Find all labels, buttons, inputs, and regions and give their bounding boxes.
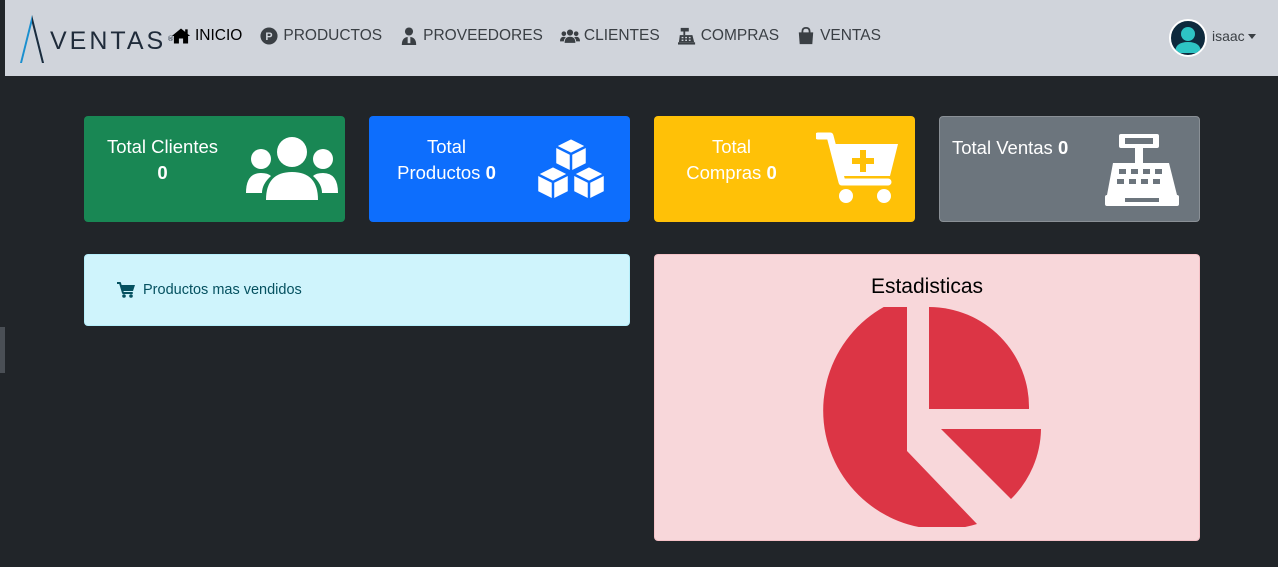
nav-item-compras[interactable]: COMPRAS [676, 26, 779, 46]
brand-name: VENTAS [50, 26, 167, 55]
card-label: Total Productos 0 [397, 136, 496, 183]
brand-logo[interactable]: VENTAS ® [17, 12, 174, 66]
stats-title: Estadisticas [870, 275, 984, 298]
cash-register-icon [676, 26, 698, 46]
card-label: Total Compras 0 [686, 136, 777, 183]
card-value: 0 [157, 162, 168, 183]
card-total-clientes[interactable]: Total Clientes 0 [84, 116, 345, 222]
nav-label: COMPRAS [700, 27, 780, 44]
nav-label: VENTAS [820, 27, 881, 44]
nav-label: PRODUCTOS [283, 27, 383, 44]
user-name: isaac [1212, 28, 1245, 44]
users-icon [559, 26, 581, 46]
product-p-icon: P [258, 26, 280, 46]
cart-plus-icon [816, 132, 898, 203]
cash-register-icon [1105, 134, 1179, 206]
cubes-icon [535, 136, 607, 202]
nav-label: INICIO [195, 27, 243, 44]
stats-panel[interactable]: Estadisticas [654, 254, 1200, 541]
nav-item-productos[interactable]: P PRODUCTOS [258, 26, 382, 46]
supplier-icon [398, 26, 420, 46]
card-total-compras[interactable]: Total Compras 0 [654, 116, 915, 222]
shopping-bag-icon [795, 26, 817, 46]
card-value: 0 [485, 162, 496, 183]
user-menu[interactable]: isaac [1169, 19, 1256, 57]
main-nav: INICIO P PRODUCTOS PROVEEDORES CLIENTES … [170, 26, 897, 46]
avatar [1169, 19, 1207, 57]
nav-label: CLIENTES [583, 27, 660, 44]
card-value: 0 [1057, 137, 1069, 158]
svg-text:P: P [266, 31, 273, 43]
card-label: Total Ventas 0 [952, 137, 1069, 158]
ventas-logo-icon [20, 15, 44, 63]
user-avatar-icon [1175, 27, 1201, 53]
top-navbar: VENTAS ® INICIO P PRODUCTOS PROVEEDORES [5, 0, 1278, 76]
users-icon [246, 137, 338, 200]
sidebar-handle[interactable] [0, 327, 5, 373]
top-products-link[interactable]: Productos mas vendidos [84, 254, 630, 326]
nav-item-clientes[interactable]: CLIENTES [559, 26, 660, 46]
card-label: Total Clientes 0 [106, 136, 219, 183]
home-icon [170, 26, 192, 46]
nav-item-proveedores[interactable]: PROVEEDORES [398, 26, 543, 46]
card-value: 0 [766, 162, 777, 183]
nav-item-ventas[interactable]: VENTAS [795, 26, 881, 46]
nav-item-inicio[interactable]: INICIO [170, 26, 242, 46]
pie-chart-icon [823, 307, 1041, 527]
nav-label: PROVEEDORES [423, 27, 543, 44]
top-products-label: Productos mas vendidos [143, 282, 302, 298]
cart-icon [117, 282, 135, 298]
chevron-down-icon [1247, 33, 1256, 39]
card-total-ventas[interactable]: Total Ventas 0 [939, 116, 1200, 222]
card-total-productos[interactable]: Total Productos 0 [369, 116, 630, 222]
